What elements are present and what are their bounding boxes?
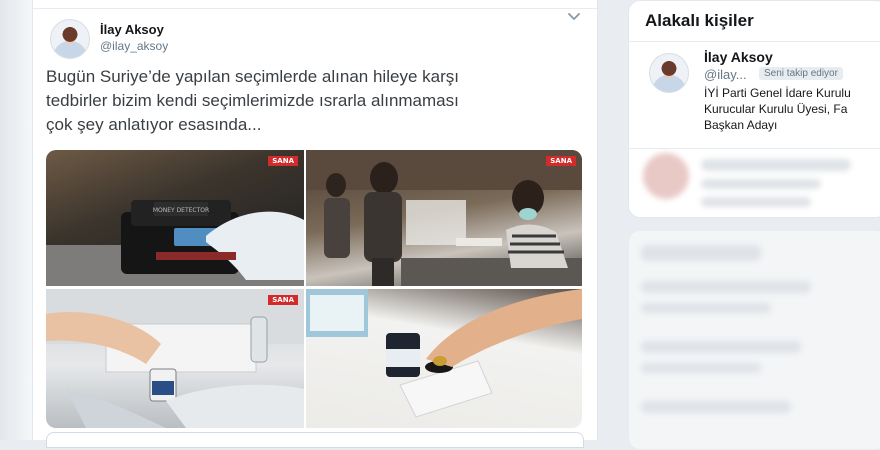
tweet-top-divider (33, 8, 597, 9)
tweet-text-line: Bugün Suriye’de yapılan seçimlerde alına… (46, 67, 459, 86)
media-photo-money-detector[interactable]: MONEY DETECTOR SANA (46, 150, 304, 286)
tweet-text: Bugün Suriye’de yapılan seçimlerde alına… (46, 65, 581, 137)
related-people-title: Alakalı kişiler (645, 11, 754, 30)
related-person-name[interactable]: İlay Aksoy (704, 49, 773, 65)
tweet-text-line: tedbirler bizim kendi seçimlerimizde ısr… (46, 91, 459, 110)
tweet-reply-box[interactable] (46, 432, 584, 448)
media-photo-ink-jar[interactable]: SANA (46, 289, 304, 428)
media-photo-polling-station[interactable]: SANA (306, 150, 582, 286)
media-photo-finger-ink[interactable] (306, 289, 582, 428)
tweet-card[interactable]: İlay Aksoy @ilay_aksoy Bugün Suriye’de y… (32, 0, 598, 448)
bio-line: Kurucular Kurulu Üyesi, Fa (704, 102, 848, 116)
author-handle[interactable]: @ilay_aksoy (100, 39, 168, 53)
blurred-title (641, 245, 761, 261)
author-name[interactable]: İlay Aksoy (100, 22, 164, 37)
trends-card-blurred (628, 230, 880, 450)
blurred-text (641, 401, 791, 413)
blurred-text (701, 179, 821, 189)
bio-line: Başkan Adayı (704, 118, 778, 132)
bio-line: İYİ Parti Genel İdare Kurulu (704, 86, 851, 100)
related-person-bio: İYİ Parti Genel İdare Kurulu Kurucular K… (704, 85, 880, 133)
blurred-text (641, 363, 761, 373)
tweet-media-grid[interactable]: MONEY DETECTOR SANA SANA SANA (46, 150, 582, 428)
blurred-text (641, 303, 771, 313)
related-people-card: Alakalı kişiler İlay Aksoy @ilay... Seni… (628, 0, 880, 218)
watermark-logo: SANA (268, 295, 298, 305)
blurred-text (641, 281, 811, 293)
divider (629, 148, 880, 149)
blurred-text (701, 197, 811, 207)
polling-station-illustration (306, 150, 582, 286)
chevron-down-icon[interactable] (567, 9, 581, 23)
blurred-text (701, 159, 851, 171)
device-label: MONEY DETECTOR (153, 207, 209, 214)
blurred-text (641, 341, 801, 353)
related-person-avatar[interactable] (649, 53, 689, 93)
related-person-handle[interactable]: @ilay... (704, 67, 747, 82)
watermark-logo: SANA (268, 156, 298, 166)
follows-you-badge: Seni takip ediyor (759, 67, 843, 80)
blurred-avatar (643, 153, 689, 199)
divider (629, 41, 880, 42)
ink-jar-illustration (46, 289, 304, 428)
finger-ink-illustration (306, 289, 582, 418)
author-avatar[interactable] (50, 19, 90, 59)
tweet-text-line: çok şey anlatıyor esasında... (46, 115, 262, 134)
page-background-left (0, 0, 32, 440)
money-detector-illustration: MONEY DETECTOR (46, 200, 304, 286)
watermark-logo: SANA (546, 156, 576, 166)
